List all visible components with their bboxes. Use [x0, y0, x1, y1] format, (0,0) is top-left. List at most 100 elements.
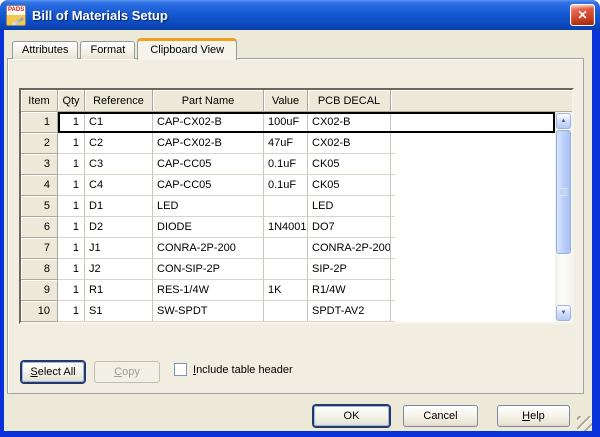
- row-body[interactable]: 1R1RES-1/4W1KR1/4W: [58, 280, 555, 301]
- column-header-reference[interactable]: Reference: [85, 90, 153, 112]
- cell-item[interactable]: 7: [21, 238, 58, 259]
- close-button[interactable]: ✕: [570, 4, 595, 26]
- cell-value[interactable]: 0.1uF: [264, 154, 308, 175]
- cell-reference[interactable]: C3: [85, 154, 153, 175]
- cell-item[interactable]: 5: [21, 196, 58, 217]
- cell-part_name[interactable]: RES-1/4W: [153, 280, 264, 301]
- cell-item[interactable]: 8: [21, 259, 58, 280]
- row-body[interactable]: 1J1CONRA-2P-200CONRA-2P-200: [58, 238, 555, 259]
- row-body[interactable]: 1D1LEDLED: [58, 196, 555, 217]
- cell-pcb_decal[interactable]: SIP-2P: [308, 259, 391, 280]
- row-body[interactable]: 1C1CAP-CX02-B100uFCX02-B: [58, 112, 555, 133]
- cell-qty[interactable]: 1: [58, 259, 85, 280]
- cell-pcb_decal[interactable]: LED: [308, 196, 391, 217]
- tab-format[interactable]: Format: [80, 41, 135, 59]
- cell-value[interactable]: [264, 196, 308, 217]
- column-header-part_name[interactable]: Part Name: [153, 90, 264, 112]
- cell-item[interactable]: 10: [21, 301, 58, 322]
- cell-filler[interactable]: [391, 196, 395, 217]
- table-row[interactable]: 81J2CON-SIP-2P SIP-2P: [21, 259, 555, 280]
- cell-pcb_decal[interactable]: DO7: [308, 217, 391, 238]
- cell-part_name[interactable]: CAP-CC05: [153, 154, 264, 175]
- cell-part_name[interactable]: LED: [153, 196, 264, 217]
- cell-value[interactable]: [264, 301, 308, 322]
- cell-part_name[interactable]: CAP-CX02-B: [153, 133, 264, 154]
- copy-button[interactable]: Copy: [94, 361, 160, 383]
- row-body[interactable]: 1C3CAP-CC050.1uFCK05: [58, 154, 555, 175]
- cell-reference[interactable]: D1: [85, 196, 153, 217]
- tab-attributes[interactable]: Attributes: [12, 41, 78, 59]
- cell-item[interactable]: 1: [21, 112, 58, 133]
- cell-reference[interactable]: R1: [85, 280, 153, 301]
- resize-grip[interactable]: [577, 416, 592, 431]
- row-body[interactable]: 1D2DIODE1N4001DO7: [58, 217, 555, 238]
- tab-clipboard-view[interactable]: Clipboard View: [137, 38, 237, 60]
- scroll-down-button[interactable]: ▼: [556, 305, 571, 321]
- table-row[interactable]: 41C4CAP-CC050.1uFCK05: [21, 175, 555, 196]
- cell-qty[interactable]: 1: [58, 301, 85, 322]
- cell-reference[interactable]: C1: [85, 112, 153, 133]
- cell-filler[interactable]: [391, 238, 395, 259]
- cell-filler[interactable]: [391, 217, 395, 238]
- cell-pcb_decal[interactable]: CX02-B: [308, 112, 391, 133]
- cell-filler[interactable]: [391, 133, 395, 154]
- cell-filler[interactable]: [391, 175, 395, 196]
- cell-qty[interactable]: 1: [58, 280, 85, 301]
- cell-part_name[interactable]: CON-SIP-2P: [153, 259, 264, 280]
- help-button[interactable]: Help: [497, 405, 570, 427]
- cell-qty[interactable]: 1: [58, 175, 85, 196]
- cell-reference[interactable]: C2: [85, 133, 153, 154]
- table-row[interactable]: 101S1SW-SPDT SPDT-AV2: [21, 301, 555, 322]
- cell-qty[interactable]: 1: [58, 238, 85, 259]
- cell-qty[interactable]: 1: [58, 112, 85, 133]
- cell-part_name[interactable]: CONRA-2P-200: [153, 238, 264, 259]
- cell-pcb_decal[interactable]: SPDT-AV2: [308, 301, 391, 322]
- cell-value[interactable]: [264, 259, 308, 280]
- table-row[interactable]: 21C2CAP-CX02-B47uFCX02-B: [21, 133, 555, 154]
- cell-item[interactable]: 3: [21, 154, 58, 175]
- column-header-value[interactable]: Value: [264, 90, 308, 112]
- cancel-button[interactable]: Cancel: [403, 405, 478, 427]
- scrollbar-thumb[interactable]: [556, 130, 571, 254]
- cell-filler[interactable]: [391, 112, 395, 133]
- table-row[interactable]: 61D2DIODE1N4001DO7: [21, 217, 555, 238]
- cell-filler[interactable]: [391, 301, 395, 322]
- cell-qty[interactable]: 1: [58, 133, 85, 154]
- cell-item[interactable]: 6: [21, 217, 58, 238]
- cell-part_name[interactable]: SW-SPDT: [153, 301, 264, 322]
- cell-part_name[interactable]: DIODE: [153, 217, 264, 238]
- select-all-button[interactable]: Select All: [21, 361, 85, 383]
- cell-reference[interactable]: J2: [85, 259, 153, 280]
- row-body[interactable]: 1J2CON-SIP-2P SIP-2P: [58, 259, 555, 280]
- column-header-qty[interactable]: Qty: [58, 90, 85, 112]
- cell-qty[interactable]: 1: [58, 154, 85, 175]
- cell-item[interactable]: 2: [21, 133, 58, 154]
- vertical-scrollbar[interactable]: ▲ ▼: [555, 112, 572, 322]
- cell-value[interactable]: 1K: [264, 280, 308, 301]
- cell-filler[interactable]: [391, 154, 395, 175]
- cell-filler[interactable]: [391, 280, 395, 301]
- cell-part_name[interactable]: CAP-CX02-B: [153, 112, 264, 133]
- table-row[interactable]: 11C1CAP-CX02-B100uFCX02-B: [21, 112, 555, 133]
- table-row[interactable]: 31C3CAP-CC050.1uFCK05: [21, 154, 555, 175]
- cell-qty[interactable]: 1: [58, 196, 85, 217]
- cell-filler[interactable]: [391, 259, 395, 280]
- column-header-pcb_decal[interactable]: PCB DECAL: [308, 90, 391, 112]
- cell-reference[interactable]: S1: [85, 301, 153, 322]
- column-header-item[interactable]: Item: [21, 90, 58, 112]
- cell-pcb_decal[interactable]: CX02-B: [308, 133, 391, 154]
- cell-reference[interactable]: C4: [85, 175, 153, 196]
- cell-reference[interactable]: J1: [85, 238, 153, 259]
- cell-part_name[interactable]: CAP-CC05: [153, 175, 264, 196]
- cell-item[interactable]: 9: [21, 280, 58, 301]
- cell-pcb_decal[interactable]: CK05: [308, 175, 391, 196]
- cell-value[interactable]: [264, 238, 308, 259]
- row-body[interactable]: 1C4CAP-CC050.1uFCK05: [58, 175, 555, 196]
- table-row[interactable]: 51D1LEDLED: [21, 196, 555, 217]
- table-row[interactable]: 71J1CONRA-2P-200CONRA-2P-200: [21, 238, 555, 259]
- cell-pcb_decal[interactable]: R1/4W: [308, 280, 391, 301]
- cell-value[interactable]: 100uF: [264, 112, 308, 133]
- row-body[interactable]: 1S1SW-SPDT SPDT-AV2: [58, 301, 555, 322]
- cell-value[interactable]: 1N4001: [264, 217, 308, 238]
- cell-pcb_decal[interactable]: CK05: [308, 154, 391, 175]
